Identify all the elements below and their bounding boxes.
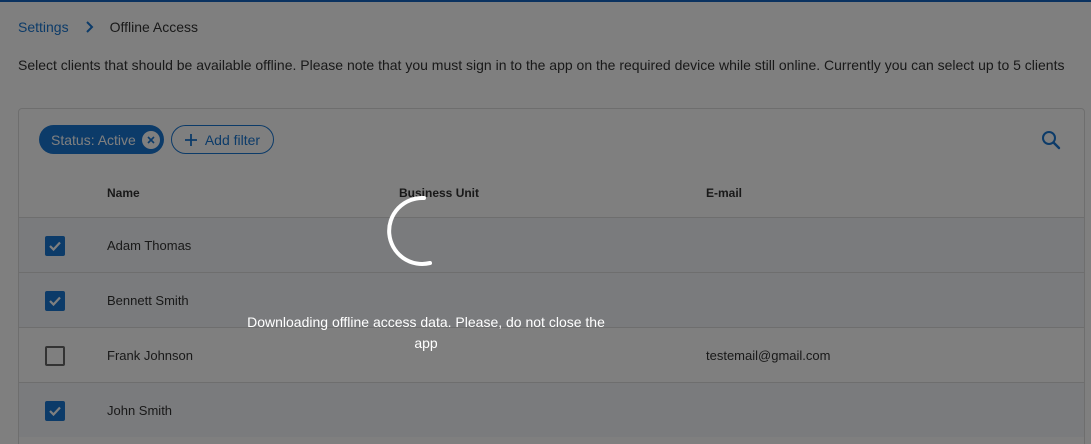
loading-message: Downloading offline access data. Please,… [247,314,605,351]
loading-spinner-icon [387,195,432,266]
loading-overlay: Downloading offline access data. Please,… [0,0,1091,444]
